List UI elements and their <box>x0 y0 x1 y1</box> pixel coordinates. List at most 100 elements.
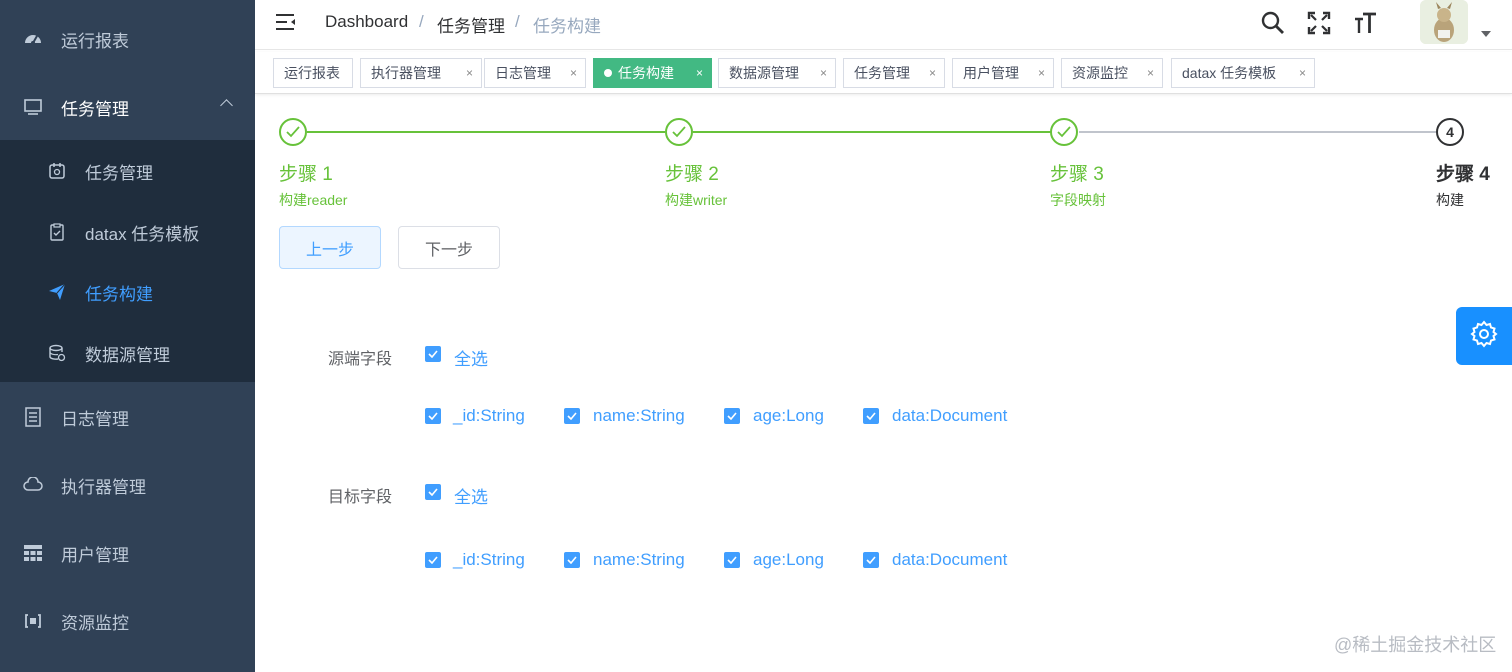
step-4-desc: 构建 <box>1436 192 1464 208</box>
search-icon[interactable] <box>1260 10 1286 36</box>
settings-button[interactable] <box>1456 307 1512 365</box>
breadcrumb-current: 任务构建 <box>533 17 601 36</box>
close-icon[interactable]: × <box>820 66 827 80</box>
tag-label: 日志管理 <box>495 65 551 81</box>
close-icon[interactable]: × <box>929 66 936 80</box>
target-field-label[interactable]: _id:String <box>453 550 525 570</box>
source-field-checkbox[interactable] <box>564 408 580 424</box>
close-icon[interactable]: × <box>1147 66 1154 80</box>
sidebar-item-resources[interactable]: 资源监控 <box>0 587 255 655</box>
sidebar-item-logs[interactable]: 日志管理 <box>0 383 255 451</box>
tag-dashboard[interactable]: 运行报表 <box>273 58 353 88</box>
target-field-checkbox[interactable] <box>564 552 580 568</box>
submenu-item-task-management[interactable]: 任务管理 <box>0 141 255 201</box>
close-icon[interactable]: × <box>466 66 473 80</box>
watermark: @稀土掘金技术社区 <box>1334 635 1497 655</box>
font-size-icon[interactable] <box>1352 10 1378 36</box>
step-3-title: 步骤 3 <box>1050 164 1104 185</box>
submenu-item-label: datax 任务模板 <box>85 224 200 244</box>
hamburger-icon[interactable] <box>275 12 297 34</box>
tag-datasource[interactable]: 数据源管理 × <box>718 58 836 88</box>
close-icon[interactable]: × <box>570 66 577 80</box>
source-field-checkbox[interactable] <box>863 408 879 424</box>
tag-task-build[interactable]: 任务构建 × <box>593 58 712 88</box>
step-connector <box>1079 131 1436 133</box>
cloud-icon <box>22 474 44 496</box>
sidebar-item-label: 任务管理 <box>61 99 129 119</box>
next-step-button[interactable]: 下一步 <box>398 226 500 269</box>
source-field-checkbox[interactable] <box>724 408 740 424</box>
gear-icon <box>1470 319 1498 353</box>
sidebar-item-label: 执行器管理 <box>61 477 146 497</box>
sidebar-item-executor[interactable]: 执行器管理 <box>0 451 255 519</box>
tag-label: 数据源管理 <box>729 65 799 81</box>
tag-label: 资源监控 <box>1072 65 1128 81</box>
sidebar-item-dashboard[interactable]: 运行报表 <box>0 5 255 73</box>
tag-users[interactable]: 用户管理 × <box>952 58 1054 88</box>
tag-label: 任务构建 <box>618 65 674 81</box>
submenu: 任务管理 datax 任务模板 任务构建 数据源管理 <box>0 140 255 382</box>
source-field-label[interactable]: name:String <box>593 406 685 426</box>
sidebar-item-label: 运行报表 <box>61 31 129 51</box>
step-4-number: 4 <box>1436 118 1464 146</box>
prev-step-button[interactable]: 上一步 <box>279 226 381 269</box>
target-field-checkbox[interactable] <box>425 552 441 568</box>
close-icon[interactable]: × <box>696 66 703 80</box>
breadcrumb-task-management[interactable]: 任务管理 <box>437 12 505 37</box>
monitor-icon <box>22 96 44 118</box>
source-field-label[interactable]: _id:String <box>453 406 525 426</box>
target-field-label[interactable]: data:Document <box>892 550 1007 570</box>
table-icon <box>22 542 44 564</box>
sidebar-item-label: 日志管理 <box>61 409 129 429</box>
tag-datax-template[interactable]: datax 任务模板 × <box>1171 58 1315 88</box>
source-field-label[interactable]: age:Long <box>753 406 824 426</box>
tag-label: 运行报表 <box>284 65 340 81</box>
source-fields-label: 源端字段 <box>328 351 393 368</box>
tag-label: datax 任务模板 <box>1182 65 1277 81</box>
step-connector <box>307 131 665 133</box>
avatar[interactable] <box>1420 0 1468 44</box>
step-4-title: 步骤 4 <box>1436 164 1490 185</box>
step-1-desc: 构建reader <box>279 192 348 208</box>
submenu-item-datasource[interactable]: 数据源管理 <box>0 323 255 383</box>
fullscreen-icon[interactable] <box>1306 10 1332 36</box>
sidebar-item-task-management[interactable]: 任务管理 <box>0 73 255 141</box>
tag-resources[interactable]: 资源监控 × <box>1061 58 1163 88</box>
target-select-all-label[interactable]: 全选 <box>454 483 488 508</box>
document-icon <box>22 406 44 428</box>
target-field-checkbox[interactable] <box>863 552 879 568</box>
submenu-item-label: 数据源管理 <box>85 345 170 365</box>
source-select-all-label[interactable]: 全选 <box>454 345 488 370</box>
submenu-item-task-build[interactable]: 任务构建 <box>0 262 255 322</box>
submenu-item-label: 任务管理 <box>85 163 153 183</box>
tag-task-management[interactable]: 任务管理 × <box>843 58 945 88</box>
database-icon <box>46 342 68 364</box>
target-select-all-checkbox[interactable] <box>425 484 441 500</box>
step-2-desc: 构建writer <box>665 192 728 208</box>
submenu-item-datax-template[interactable]: datax 任务模板 <box>0 202 255 262</box>
tag-label: 任务管理 <box>854 65 910 81</box>
sidebar-item-label: 用户管理 <box>61 545 129 565</box>
breadcrumb-separator: / <box>515 12 520 31</box>
navbar: Dashboard / 任务管理 / 任务构建 <box>255 0 1512 50</box>
target-field-label[interactable]: age:Long <box>753 550 824 570</box>
sidebar-item-label: 资源监控 <box>61 613 129 633</box>
source-field-label[interactable]: data:Document <box>892 406 1007 426</box>
source-select-all-checkbox[interactable] <box>425 346 441 362</box>
tags-view: 运行报表 执行器管理 × 日志管理 × 任务构建 × 数据源管理 × 任务管理 … <box>255 52 1512 94</box>
target-field-label[interactable]: name:String <box>593 550 685 570</box>
breadcrumb-dashboard[interactable]: Dashboard <box>325 12 408 32</box>
step-1-title: 步骤 1 <box>279 164 333 185</box>
target-field-checkbox[interactable] <box>724 552 740 568</box>
clipboard-icon <box>46 221 68 243</box>
caret-down-icon[interactable] <box>1481 31 1491 37</box>
close-icon[interactable]: × <box>1299 66 1306 80</box>
source-field-checkbox[interactable] <box>425 408 441 424</box>
breadcrumb-separator: / <box>419 12 424 31</box>
close-icon[interactable]: × <box>1038 66 1045 80</box>
tag-executor[interactable]: 执行器管理 × <box>360 58 482 88</box>
tag-logs[interactable]: 日志管理 × <box>484 58 586 88</box>
sidebar-item-users[interactable]: 用户管理 <box>0 519 255 587</box>
paper-plane-icon <box>46 281 68 303</box>
submenu-item-label: 任务构建 <box>85 284 153 304</box>
